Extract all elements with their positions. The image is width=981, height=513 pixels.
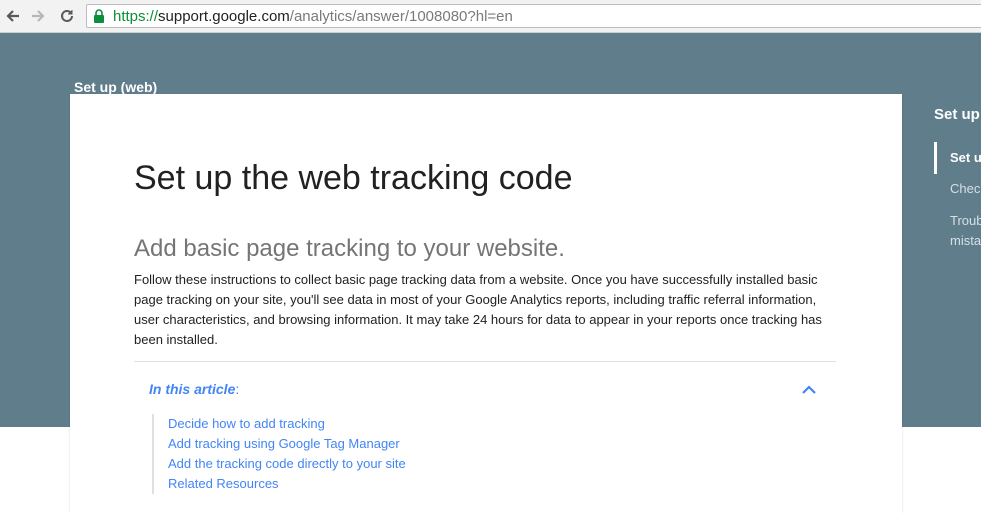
in-this-article-label: In this article [149,381,236,397]
toc-item-check[interactable]: Check [950,179,981,199]
toc-item-setup[interactable]: Set u [950,148,981,168]
toc-title: Set up [934,106,980,123]
url-scheme: https:// [113,8,159,25]
page-title: Set up the web tracking code [134,159,573,197]
section-title[interactable]: Set up (web) [74,79,157,95]
link-tracking-code[interactable]: Add the tracking code directly to your s… [168,454,406,474]
reload-icon[interactable] [57,6,77,26]
toc-active-indicator [934,142,937,174]
address-bar[interactable]: https://support.google.com/analytics/ans… [86,4,981,28]
section-heading: Add basic page tracking to your website. [134,235,565,262]
lock-icon [93,9,105,28]
chevron-up-icon[interactable] [801,382,817,398]
url-host: support.google.com [158,8,290,25]
divider [134,361,836,362]
toc-item-troubleshoot[interactable]: Troub [950,211,981,231]
article-links: Decide how to add tracking Add tracking … [152,414,406,494]
forward-arrow-icon[interactable] [28,6,48,26]
in-this-article-toggle[interactable]: In this article: [149,380,239,398]
intro-paragraph: Follow these instructions to collect bas… [134,272,822,347]
url-text: https://support.google.com/analytics/ans… [113,8,513,25]
in-this-article-colon: : [235,381,240,397]
back-arrow-icon[interactable] [3,6,23,26]
url-path: /analytics/answer/1008080?hl=en [289,8,513,25]
article-card: Set up the web tracking code Add basic p… [70,94,902,513]
browser-toolbar: https://support.google.com/analytics/ans… [0,0,981,33]
link-tag-manager[interactable]: Add tracking using Google Tag Manager [168,434,406,454]
link-decide-tracking[interactable]: Decide how to add tracking [168,414,406,434]
toc-item-mistakes[interactable]: mista [950,231,981,251]
link-related-resources[interactable]: Related Resources [168,474,406,494]
